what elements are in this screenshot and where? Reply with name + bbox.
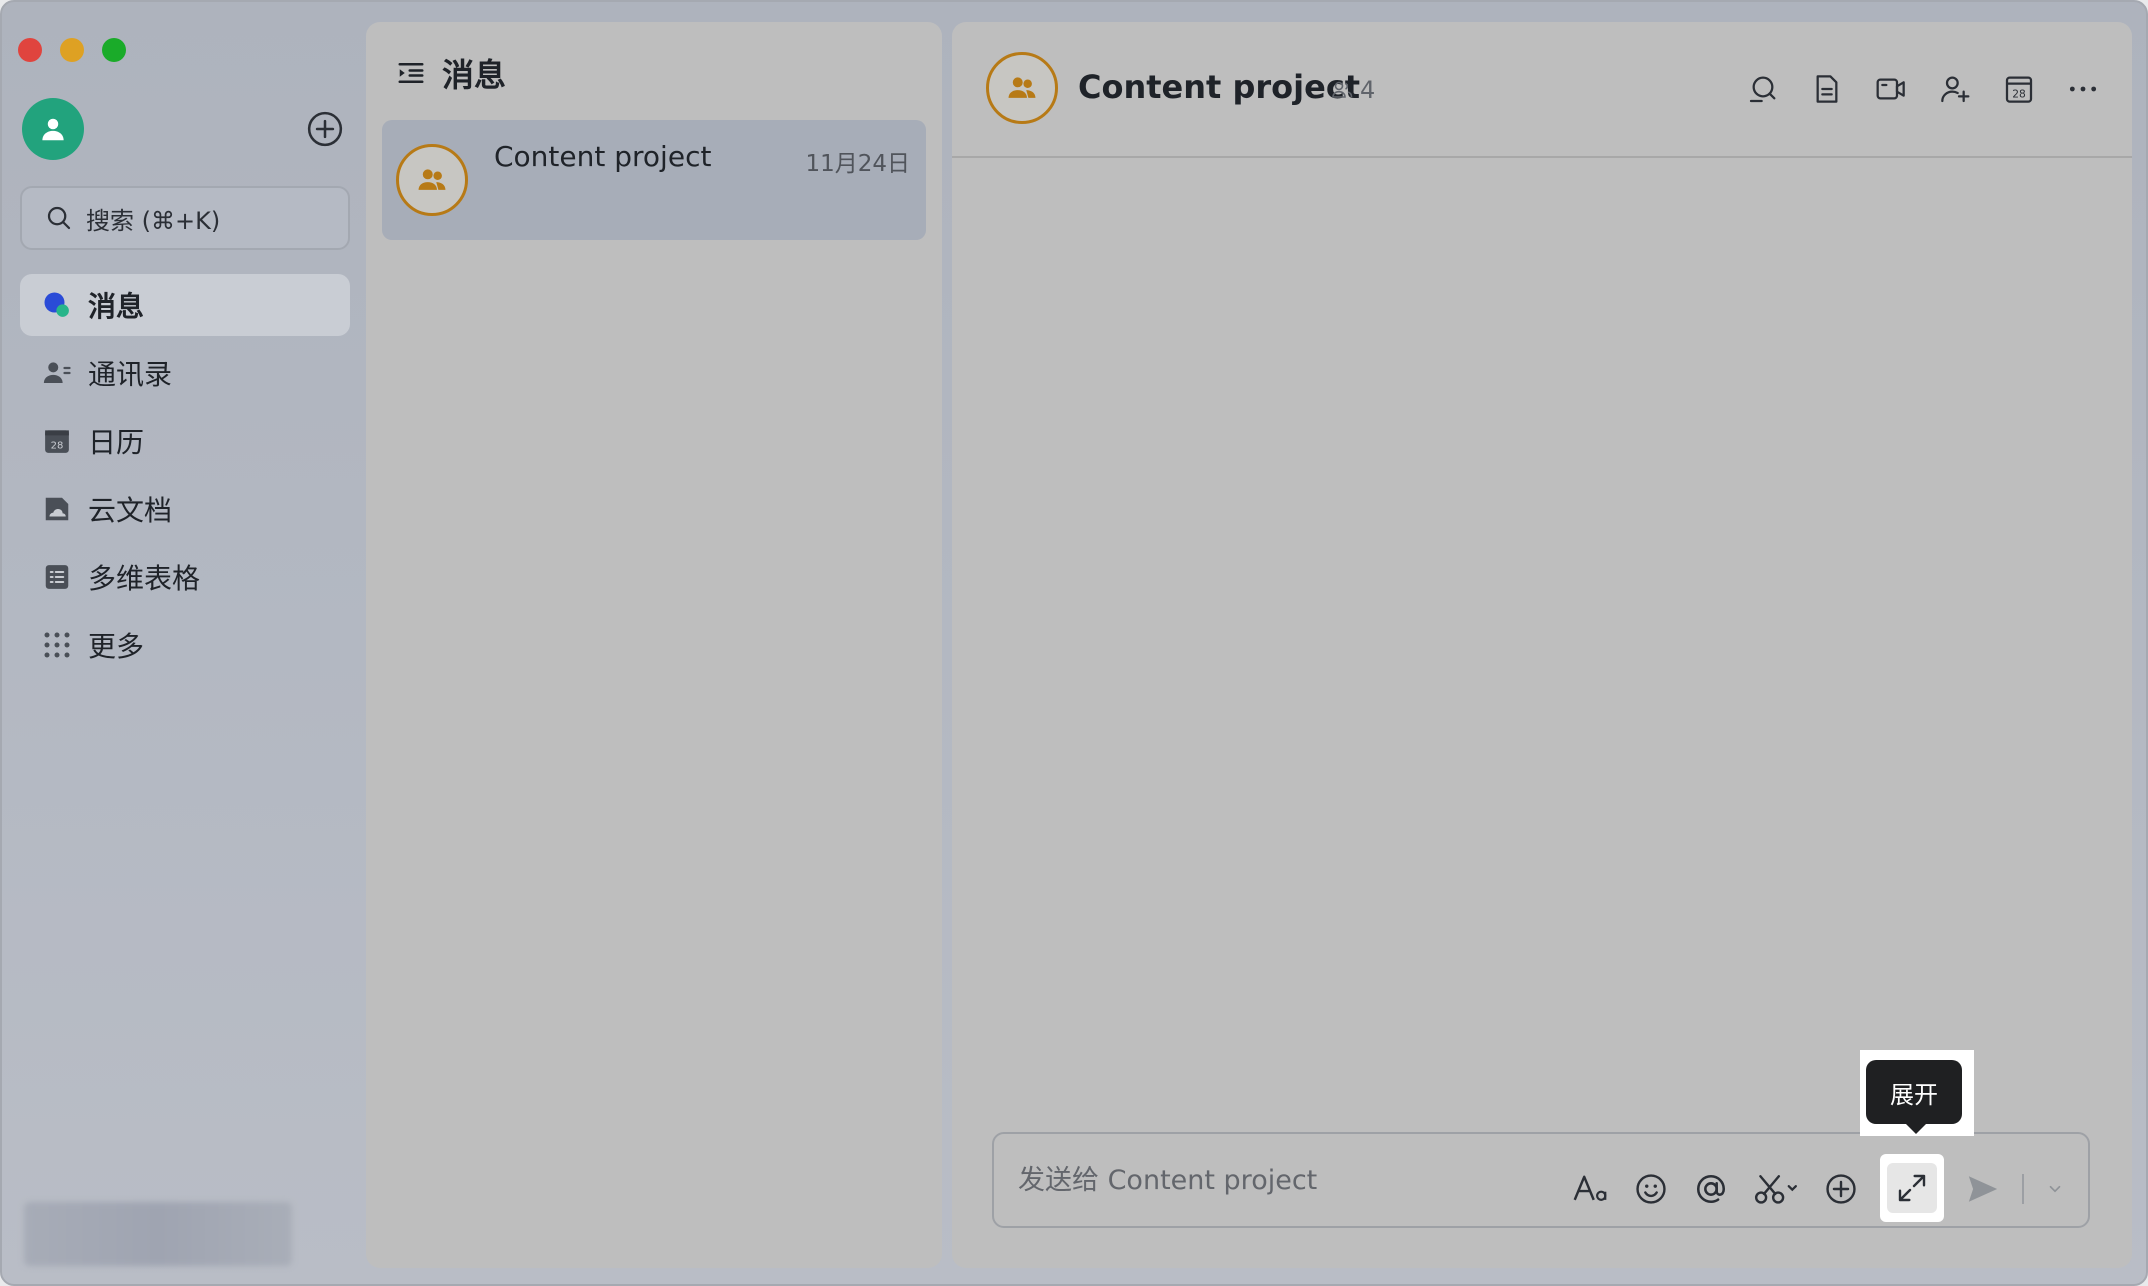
sidebar-item-label: 通讯录	[88, 358, 173, 391]
chat-header: Content project 4 28	[952, 22, 2132, 158]
chat-list-item[interactable]: Content project 11月24日	[382, 120, 926, 240]
plus-icon	[1826, 1174, 1856, 1204]
chat-title: Content project	[1078, 68, 1361, 106]
add-member-icon	[1941, 76, 1970, 103]
calendar-icon: 28	[2005, 76, 2033, 103]
member-count[interactable]: 4	[1330, 76, 1375, 104]
search-placeholder: 搜索 (⌘+K)	[86, 206, 221, 235]
app-window: 搜索 (⌘+K) 消息 通讯录 28 日历 云文档 多维表格 更多 消息 Con…	[0, 0, 2148, 1286]
search-chat-button[interactable]	[1746, 72, 1780, 106]
members-icon	[1332, 81, 1353, 98]
group-icon	[418, 169, 446, 190]
document-icon	[1816, 75, 1838, 103]
mention-button[interactable]	[1690, 1165, 1732, 1213]
messages-icon	[42, 290, 72, 320]
chevron-down-icon	[2049, 1185, 2061, 1193]
plus-circle-icon	[307, 111, 343, 147]
more-options-button[interactable]	[2066, 72, 2100, 106]
add-member-button[interactable]	[1938, 72, 1972, 106]
video-call-icon	[1876, 78, 1905, 100]
sidebar-item-calendar[interactable]: 28 日历	[20, 410, 350, 472]
expand-icon	[1898, 1174, 1926, 1202]
send-options-button[interactable]	[2042, 1165, 2068, 1213]
expand-editor-button[interactable]	[1880, 1154, 1944, 1222]
sidebar-item-label: 更多	[88, 630, 145, 663]
more-icon	[2069, 86, 2097, 92]
sidebar: 搜索 (⌘+K) 消息 通讯录 28 日历 云文档 多维表格 更多	[2, 2, 364, 1284]
emoji-icon	[1636, 1174, 1666, 1204]
collapse-list-icon[interactable]	[396, 58, 426, 88]
sidebar-item-label: 消息	[88, 290, 145, 323]
list-title: 消息	[442, 56, 507, 94]
tooltip-highlight: 展开	[1860, 1050, 1974, 1136]
member-count-value: 4	[1360, 76, 1376, 104]
cloud-docs-icon	[42, 494, 72, 524]
blurred-status-area	[24, 1202, 292, 1266]
expand-tooltip: 展开	[1866, 1060, 1962, 1134]
search-icon	[1749, 76, 1776, 103]
calendar-icon: 28	[42, 426, 72, 456]
text-format-button[interactable]	[1570, 1165, 1612, 1213]
mention-icon	[1696, 1174, 1726, 1204]
message-list-panel: 消息 Content project 11月24日	[366, 22, 942, 1268]
list-header: 消息	[396, 50, 506, 96]
contacts-icon	[42, 358, 72, 388]
chat-group-avatar[interactable]	[986, 52, 1058, 124]
sidebar-item-label: 云文档	[88, 494, 173, 527]
svg-text:28: 28	[2012, 88, 2026, 101]
sidebar-item-more[interactable]: 更多	[20, 614, 350, 676]
chat-docs-button[interactable]	[1810, 72, 1844, 106]
message-composer	[992, 1132, 2090, 1228]
sidebar-item-messages[interactable]: 消息	[20, 274, 350, 336]
sidebar-item-label: 日历	[88, 426, 145, 459]
format-icon	[1573, 1175, 1607, 1201]
chat-date: 11月24日	[805, 151, 910, 177]
chat-calendar-button[interactable]: 28	[2002, 72, 2036, 106]
expand-button-inner	[1887, 1163, 1937, 1213]
emoji-button[interactable]	[1630, 1165, 1672, 1213]
header-toolbar: 28	[1746, 72, 2100, 106]
screenshot-button[interactable]	[1750, 1165, 1802, 1213]
sidebar-item-cloud-docs[interactable]: 云文档	[20, 478, 350, 540]
chat-name: Content project	[494, 140, 712, 173]
send-divider	[2022, 1174, 2024, 1204]
create-new-button[interactable]	[306, 110, 344, 148]
video-call-button[interactable]	[1874, 72, 1908, 106]
sidebar-item-base-table[interactable]: 多维表格	[20, 546, 350, 608]
sidebar-item-label: 多维表格	[88, 562, 201, 595]
user-icon	[42, 118, 64, 141]
message-input[interactable]	[1018, 1160, 1538, 1200]
sidebar-nav: 消息 通讯录 28 日历 云文档 多维表格 更多	[20, 274, 350, 682]
attach-more-button[interactable]	[1820, 1165, 1862, 1213]
composer-toolbar	[1570, 1154, 2068, 1222]
user-avatar[interactable]	[22, 98, 84, 160]
svg-text:28: 28	[51, 441, 64, 452]
more-apps-icon	[42, 630, 72, 660]
search-box[interactable]: 搜索 (⌘+K)	[20, 186, 350, 250]
sidebar-item-contacts[interactable]: 通讯录	[20, 342, 350, 404]
group-icon	[1008, 77, 1036, 98]
send-icon	[1968, 1176, 1998, 1202]
group-avatar	[396, 144, 468, 216]
search-icon	[47, 206, 71, 230]
base-table-icon	[42, 562, 72, 592]
screenshot-icon	[1754, 1175, 1797, 1204]
send-button[interactable]	[1962, 1165, 2004, 1213]
